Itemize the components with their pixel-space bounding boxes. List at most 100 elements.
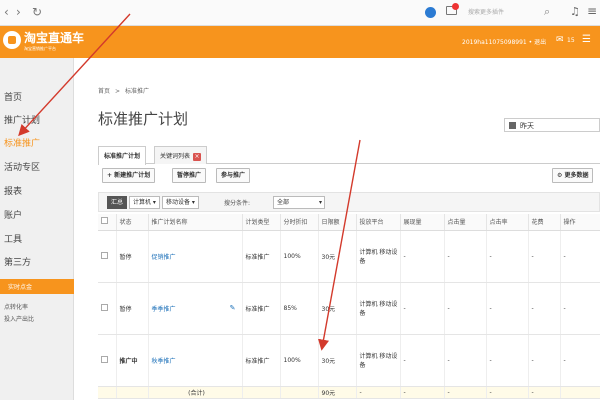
- impressions-cell: -: [400, 230, 445, 283]
- logo-icon[interactable]: [3, 31, 21, 49]
- row-checkbox-cell[interactable]: [98, 282, 117, 335]
- header-checkbox-cell[interactable]: [98, 214, 117, 231]
- search-icon[interactable]: ⌕: [544, 5, 550, 19]
- sidebar-item-plans[interactable]: 推广计划: [4, 113, 40, 126]
- summary-filter-button[interactable]: 汇总: [107, 196, 128, 209]
- extension-icon[interactable]: [425, 7, 436, 18]
- sidebar-section-header[interactable]: 实时点金: [0, 279, 74, 294]
- column-header[interactable]: 点击量: [444, 214, 487, 231]
- daily-limit-cell[interactable]: 30元: [318, 230, 357, 283]
- row-checkbox-cell[interactable]: [98, 334, 117, 387]
- toolbar: + 新建推广计划 暂停推广 参与推广 ⚙ 更多数据: [98, 168, 600, 186]
- operation-cell: -: [560, 334, 600, 387]
- sidebar-item-reports[interactable]: 报表: [4, 184, 22, 197]
- column-header[interactable]: 推广计划名称: [148, 214, 243, 231]
- more-data-button[interactable]: ⚙ 更多数据: [552, 168, 594, 183]
- plan-name-cell: 促销推广: [148, 230, 243, 283]
- daily-limit-cell[interactable]: 30元: [318, 282, 357, 335]
- column-header[interactable]: 花费: [528, 214, 561, 231]
- platform-cell[interactable]: 计算机 移动设备: [356, 230, 401, 283]
- logo-text[interactable]: 淘宝直通车: [24, 29, 84, 46]
- tab-label: 关键词列表: [160, 153, 191, 160]
- total-limit-cell: 90元: [318, 386, 357, 399]
- platform-cell[interactable]: 计算机 移动设备: [356, 282, 401, 335]
- total-label-cell: (合计): [148, 386, 243, 399]
- menu-icon[interactable]: ≡: [587, 4, 597, 18]
- daily-limit-cell[interactable]: 30元: [318, 334, 357, 387]
- page-title: 标准推广计划: [98, 110, 189, 128]
- select-all-checkbox[interactable]: [101, 217, 108, 225]
- column-header[interactable]: 日限额: [318, 214, 357, 231]
- date-range-select[interactable]: 昨天: [504, 118, 600, 132]
- join-button[interactable]: 参与推广: [216, 168, 251, 183]
- sidebar-item-tools[interactable]: 工具: [4, 232, 22, 245]
- clicks-cell: -: [444, 334, 487, 387]
- plan-type-cell: 标准推广: [242, 334, 281, 387]
- breadcrumb-home[interactable]: 首页: [98, 88, 110, 95]
- calendar-icon: [509, 122, 516, 129]
- date-range-value: 昨天: [520, 122, 534, 130]
- pause-button[interactable]: 暂停推广: [172, 168, 207, 183]
- clicks-cell: -: [444, 230, 487, 283]
- breadcrumb-separator: >: [115, 88, 121, 95]
- column-header[interactable]: 点击率: [486, 214, 529, 231]
- plan-name-cell: 秋季推广: [148, 334, 243, 387]
- sidebar-item-events[interactable]: 活动专区: [4, 160, 40, 173]
- header-menu-icon[interactable]: ☰: [582, 34, 591, 45]
- condition-select[interactable]: 全部 ▾: [273, 196, 325, 209]
- plan-name-link[interactable]: 季季推广: [152, 306, 176, 313]
- column-header[interactable]: 展现量: [400, 214, 445, 231]
- row-checkbox-cell[interactable]: [98, 230, 117, 283]
- tab-keyword-list[interactable]: 关键词列表 ×: [154, 146, 208, 164]
- plan-name-link[interactable]: 促销推广: [152, 254, 176, 261]
- filter-bar: 汇总 计算机 ▾ 移动设备 ▾ 搜分条件: 全部 ▾: [98, 192, 600, 212]
- sidebar-sub-item[interactable]: 点转化率: [4, 302, 28, 311]
- status-cell: 暂停: [116, 282, 149, 335]
- forward-icon[interactable]: ›: [16, 5, 21, 19]
- bell-icon[interactable]: ♫: [570, 5, 580, 18]
- close-icon[interactable]: ×: [193, 153, 202, 161]
- column-header[interactable]: 计划类型: [242, 214, 281, 231]
- mobile-filter-label: 移动设备: [166, 199, 191, 206]
- reload-icon[interactable]: ↻: [32, 5, 42, 19]
- sidebar-item-third-party[interactable]: 第三方: [4, 255, 31, 268]
- pencil-icon[interactable]: ✎: [230, 304, 236, 312]
- impressions-cell: -: [400, 334, 445, 387]
- user-account-link[interactable]: 2019ha11075098991 • 退出: [462, 37, 546, 46]
- condition-label: 搜分条件:: [224, 200, 251, 207]
- tab-standard-plan[interactable]: 标准推广计划: [98, 146, 147, 165]
- total-impressions-cell: -: [400, 386, 445, 399]
- cost-cell: -: [528, 334, 561, 387]
- computer-filter-button[interactable]: 计算机 ▾: [129, 196, 160, 209]
- discount-cell[interactable]: 85%: [280, 282, 319, 335]
- table-row: 暂停 促销推广 标准推广 100% 30元 计算机 移动设备 - - - - -: [98, 230, 600, 283]
- new-plan-button[interactable]: + 新建推广计划: [102, 168, 156, 183]
- platform-cell[interactable]: 计算机 移动设备: [356, 334, 401, 387]
- sidebar-item-account[interactable]: 账户: [4, 208, 22, 221]
- breadcrumb-current: 标准推广: [125, 88, 150, 95]
- cost-cell: -: [528, 230, 561, 283]
- column-header[interactable]: 分时折扣: [280, 214, 319, 231]
- row-checkbox[interactable]: [101, 355, 108, 363]
- back-icon[interactable]: ‹: [4, 5, 9, 19]
- total-ctr-cell: -: [486, 386, 529, 399]
- total-empty-cell: [98, 386, 117, 399]
- column-header[interactable]: 投放平台: [356, 214, 401, 231]
- logo-subtitle: 淘宝营销推广平台: [24, 46, 56, 51]
- chevron-down-icon: ▾: [190, 199, 195, 206]
- sidebar-sub-item[interactable]: 投入产出比: [4, 314, 34, 323]
- row-checkbox[interactable]: [101, 251, 108, 259]
- discount-cell[interactable]: 100%: [280, 334, 319, 387]
- sidebar-item-home[interactable]: 首页: [4, 90, 22, 103]
- plan-name-link[interactable]: 秋季推广: [152, 358, 176, 365]
- discount-cell[interactable]: 100%: [280, 230, 319, 283]
- clicks-cell: -: [444, 282, 487, 335]
- column-header[interactable]: 状态: [116, 214, 149, 231]
- sidebar-item-standard[interactable]: 标准推广: [4, 136, 40, 149]
- row-checkbox[interactable]: [101, 303, 108, 311]
- cost-cell: -: [528, 282, 561, 335]
- table-row: 推广中 秋季推广 标准推广 100% 30元 计算机 移动设备 - - - - …: [98, 334, 600, 387]
- message-icon[interactable]: ✉: [556, 35, 564, 45]
- total-empty-cell: [116, 386, 149, 399]
- mobile-filter-button[interactable]: 移动设备 ▾: [162, 196, 199, 209]
